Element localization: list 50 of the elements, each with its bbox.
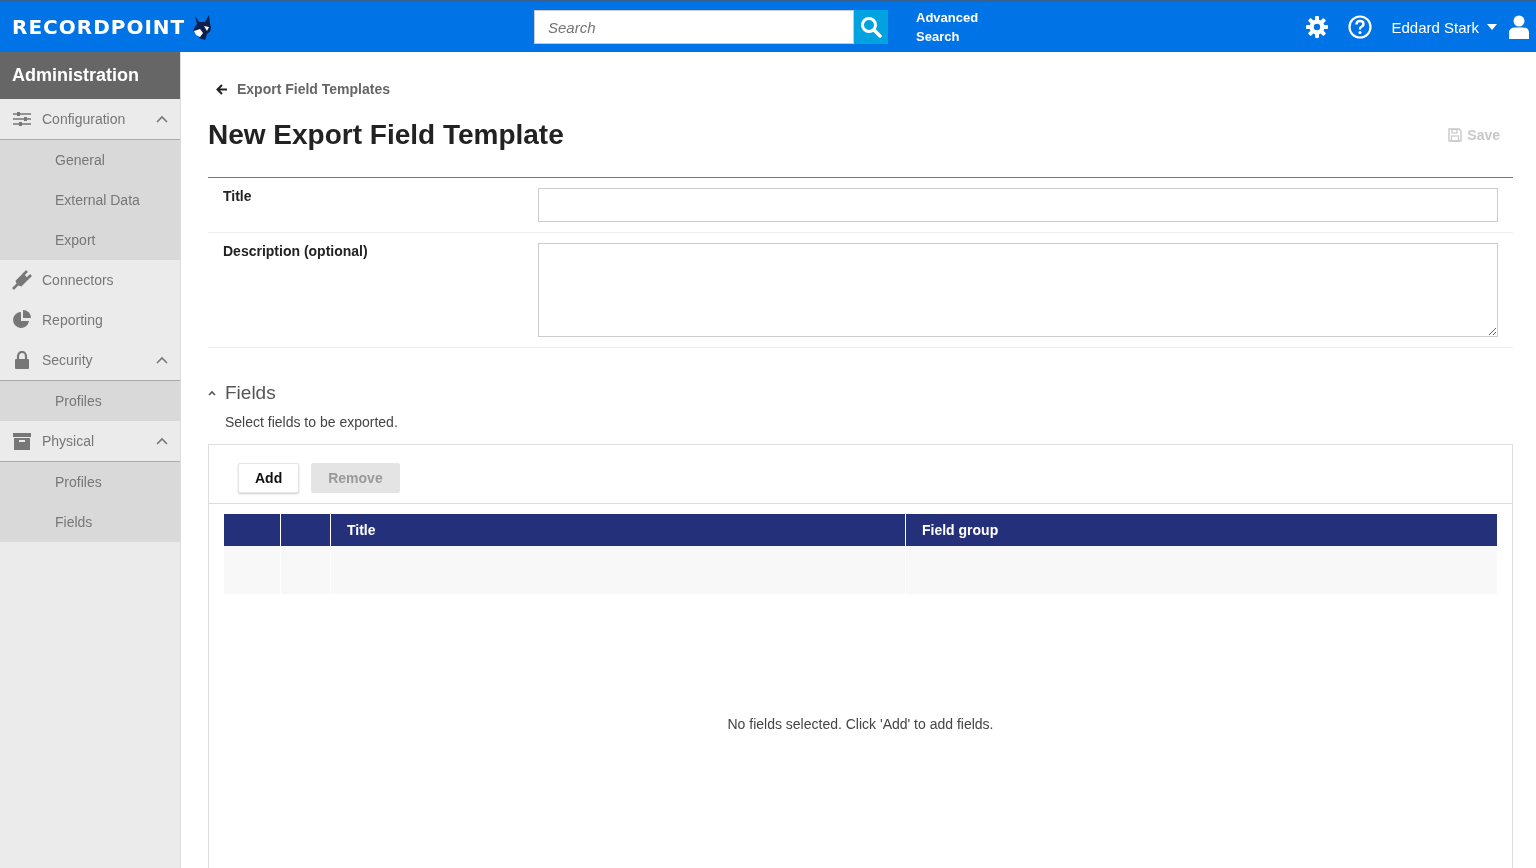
column-header[interactable]: Field group	[906, 514, 1497, 546]
sidebar-item-label: Configuration	[42, 111, 127, 127]
table-header-cell	[281, 514, 330, 546]
lock-icon	[12, 351, 32, 369]
caret-icon	[1487, 24, 1497, 30]
back-link[interactable]: Export Field Templates	[216, 81, 1513, 97]
section-title: Fields	[225, 382, 276, 404]
sidebar-subitem[interactable]: General	[0, 140, 180, 180]
sidebar-subitem[interactable]: Profiles	[0, 462, 180, 502]
search-button[interactable]	[854, 10, 888, 44]
arrow-left-icon	[216, 83, 228, 95]
logo-text[interactable]: RECORDPOINT	[12, 15, 186, 39]
chevron-up-icon[interactable]	[208, 390, 216, 396]
form-label: Description (optional)	[223, 243, 369, 261]
user-avatar-icon[interactable]	[1509, 15, 1529, 39]
empty-message: No fields selected. Click 'Add' to add fields.	[726, 716, 995, 732]
form-label: Title	[223, 188, 253, 206]
chevron-up-icon[interactable]	[156, 437, 168, 445]
dog-logo-icon	[191, 14, 214, 40]
pie-chart-icon	[12, 310, 32, 330]
sidebar-item-label: Physical	[42, 433, 96, 449]
sidebar-subitem[interactable]: Fields	[0, 502, 180, 542]
settings-icon[interactable]	[1305, 15, 1330, 39]
search-field[interactable]: Search	[534, 10, 854, 44]
sidebar-item[interactable]: Connectors	[0, 260, 180, 300]
sliders-icon	[12, 111, 32, 127]
table-header-cell	[224, 514, 280, 546]
sidebar-subitem[interactable]: Export	[0, 220, 180, 260]
sidebar-title: Administration	[0, 52, 180, 99]
column-header[interactable]: Title	[331, 514, 905, 546]
help-icon[interactable]	[1348, 15, 1373, 39]
sidebar-item-label: Reporting	[42, 312, 104, 328]
title-input-field[interactable]	[538, 188, 1498, 222]
sidebar-item[interactable]: Reporting	[0, 300, 180, 340]
chevron-up-icon[interactable]	[156, 356, 168, 364]
table-cell	[281, 546, 330, 594]
archive-box-icon	[12, 432, 32, 450]
search-icon	[860, 16, 882, 38]
table-cell	[224, 546, 280, 594]
sidebar-item-label: Security	[42, 352, 94, 368]
plug-icon	[12, 270, 32, 290]
chevron-up-icon[interactable]	[156, 115, 168, 123]
page-title: New Export Field Template	[208, 119, 564, 151]
advanced-search-link[interactable]: Advanced Search	[916, 8, 991, 46]
sidebar-subitem[interactable]: External Data	[0, 180, 180, 220]
sidebar-subitem[interactable]: Profiles	[0, 381, 180, 421]
user-menu[interactable]: Eddard Stark	[1391, 18, 1497, 36]
section-hint: Select fields to be exported.	[225, 414, 399, 430]
action-button[interactable]: Add	[238, 463, 300, 493]
sidebar-item-label: Connectors	[42, 272, 115, 288]
